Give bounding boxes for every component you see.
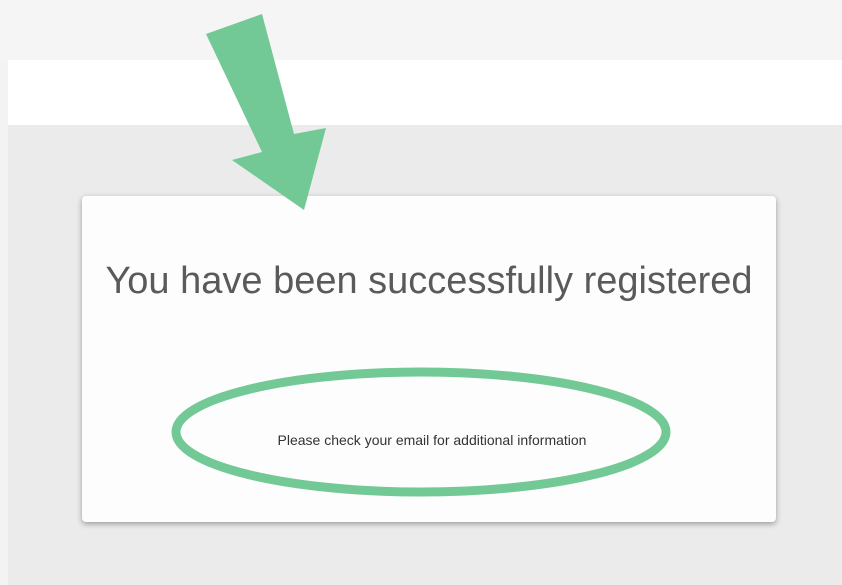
header-bar xyxy=(8,60,842,125)
success-title: You have been successfully registered xyxy=(105,260,753,302)
top-band xyxy=(0,0,842,60)
email-instruction-text: Please check your email for additional i… xyxy=(277,432,587,448)
registration-confirmation-card: You have been successfully registered Pl… xyxy=(82,196,776,522)
